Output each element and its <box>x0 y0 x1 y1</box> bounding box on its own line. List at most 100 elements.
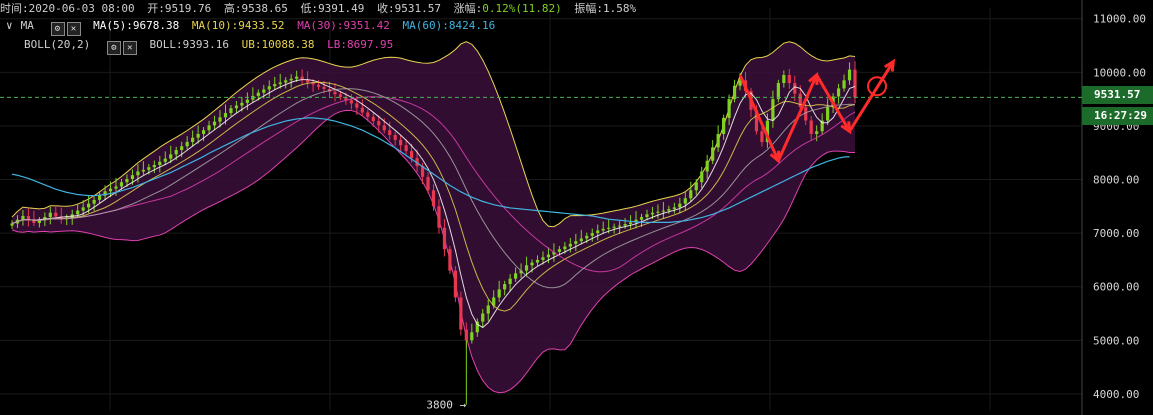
y-tick-label: 10000.00 <box>1093 66 1146 79</box>
candle-body <box>218 117 222 122</box>
candle-body <box>809 120 813 134</box>
candle-body <box>267 86 271 90</box>
chevron-down-icon[interactable]: ∨ <box>6 19 13 32</box>
candle-body <box>546 254 551 258</box>
ma5-value: MA(5):9678.38 <box>93 19 180 32</box>
candle-body <box>623 224 627 226</box>
candle-body <box>716 133 720 148</box>
candle-body <box>760 131 764 142</box>
candle-body <box>470 332 474 341</box>
candle-body <box>48 212 52 218</box>
candle-body <box>563 246 567 250</box>
candle-body <box>645 214 649 218</box>
candle-body <box>382 125 386 131</box>
ma60-value: MA(60):8424.16 <box>402 19 496 32</box>
y-tick-label: 7000.00 <box>1093 227 1139 240</box>
gear-icon[interactable]: ⚙ <box>106 41 121 55</box>
candle-body <box>130 175 135 179</box>
close-label: 收: <box>377 2 395 15</box>
candle-body <box>191 137 195 142</box>
candle-body <box>722 117 726 134</box>
candle-body <box>234 105 239 109</box>
close-icon[interactable]: ✕ <box>66 22 81 36</box>
candle-body <box>399 139 403 146</box>
candle-body <box>163 158 167 162</box>
candle-body <box>333 91 337 95</box>
candle-body <box>229 108 233 114</box>
candle-body <box>711 147 715 161</box>
candle-body <box>815 131 819 134</box>
candle-body <box>245 99 249 103</box>
candle-body <box>826 107 830 121</box>
amplitude-value: 1.58% <box>603 2 637 15</box>
candle-body <box>787 75 791 84</box>
candle-body <box>836 88 841 97</box>
low-price-label: 3800 → <box>426 399 466 412</box>
candle-body <box>207 125 211 131</box>
candle-body <box>503 284 507 290</box>
chart-window: 3800 → 4000.00 5000.00 6000.00 7000.00 8000.0… <box>0 0 1153 415</box>
last-price-tag: 9531.57 <box>1082 86 1153 104</box>
candle-body <box>486 305 490 314</box>
candle-body <box>771 99 775 121</box>
candle-body <box>212 121 217 126</box>
candle-body <box>541 257 545 260</box>
candle-body <box>10 223 14 226</box>
candle-body <box>678 203 682 208</box>
candle-body <box>442 227 447 250</box>
candle-body <box>410 151 414 159</box>
candle-body <box>585 235 589 239</box>
candle-body <box>141 169 145 172</box>
candle-body <box>689 190 693 199</box>
change-label: 涨幅: <box>453 2 483 15</box>
candle-body <box>147 167 151 170</box>
candle-body <box>196 133 200 138</box>
close-icon[interactable]: ✕ <box>122 41 137 55</box>
boll-indicator-name: BOLL(20,2) <box>24 38 91 51</box>
ub-value: UB:10088.38 <box>241 38 315 51</box>
candle-body <box>650 212 655 215</box>
y-tick-label: 8000.00 <box>1093 174 1139 187</box>
candle-body <box>136 171 140 176</box>
candle-body <box>87 203 91 208</box>
ma30-value: MA(30):9351.42 <box>297 19 390 32</box>
candle-body <box>404 145 408 152</box>
candle-body <box>590 233 594 236</box>
candle-body <box>727 99 731 118</box>
y-tick-label: 5000.00 <box>1093 334 1139 347</box>
time-value: 2020-06-03 08:00 <box>28 2 135 15</box>
candle-body <box>694 182 698 191</box>
candle-body <box>574 241 578 244</box>
candle-body <box>349 100 353 104</box>
candle-body <box>782 75 786 84</box>
open-label: 开: <box>147 2 165 15</box>
candle-body <box>174 150 178 155</box>
candle-body <box>316 84 321 87</box>
boll-indicator-row: BOLL(20,2) ⚙ ✕ BOLL:9393.16 UB:10088.38 L… <box>24 38 393 55</box>
candle-body <box>656 211 660 213</box>
candle-body <box>607 227 611 229</box>
candle-body <box>683 198 687 204</box>
ma-indicator-row: ∨ MA ⚙ ✕ MA(5):9678.38 MA(10):9433.52 MA(3… <box>6 19 495 36</box>
candle-body <box>366 112 370 117</box>
candle-body <box>92 199 96 204</box>
candle-body <box>152 165 156 168</box>
candle-body <box>672 207 676 209</box>
candle-body <box>185 142 189 147</box>
candle-body <box>355 103 359 108</box>
candle-body <box>21 215 25 220</box>
candle-body <box>437 206 441 228</box>
candle-body <box>180 146 184 151</box>
ma-indicator-name: MA <box>20 19 34 32</box>
candle-body <box>201 130 206 134</box>
open-value: 9519.76 <box>164 2 212 15</box>
candle-body <box>114 186 118 189</box>
candle-body <box>508 278 512 285</box>
candle-body <box>431 190 436 207</box>
candle-body <box>776 83 780 100</box>
ohlc-header: 时间:2020-06-03 08:00 开:9519.76 高:9538.65 … <box>0 2 636 16</box>
candle-body <box>661 210 666 212</box>
candle-body <box>76 210 80 215</box>
gear-icon[interactable]: ⚙ <box>50 22 65 36</box>
candlestick-chart[interactable]: 3800 → 4000.00 5000.00 6000.00 7000.00 8000.0… <box>0 0 1153 415</box>
